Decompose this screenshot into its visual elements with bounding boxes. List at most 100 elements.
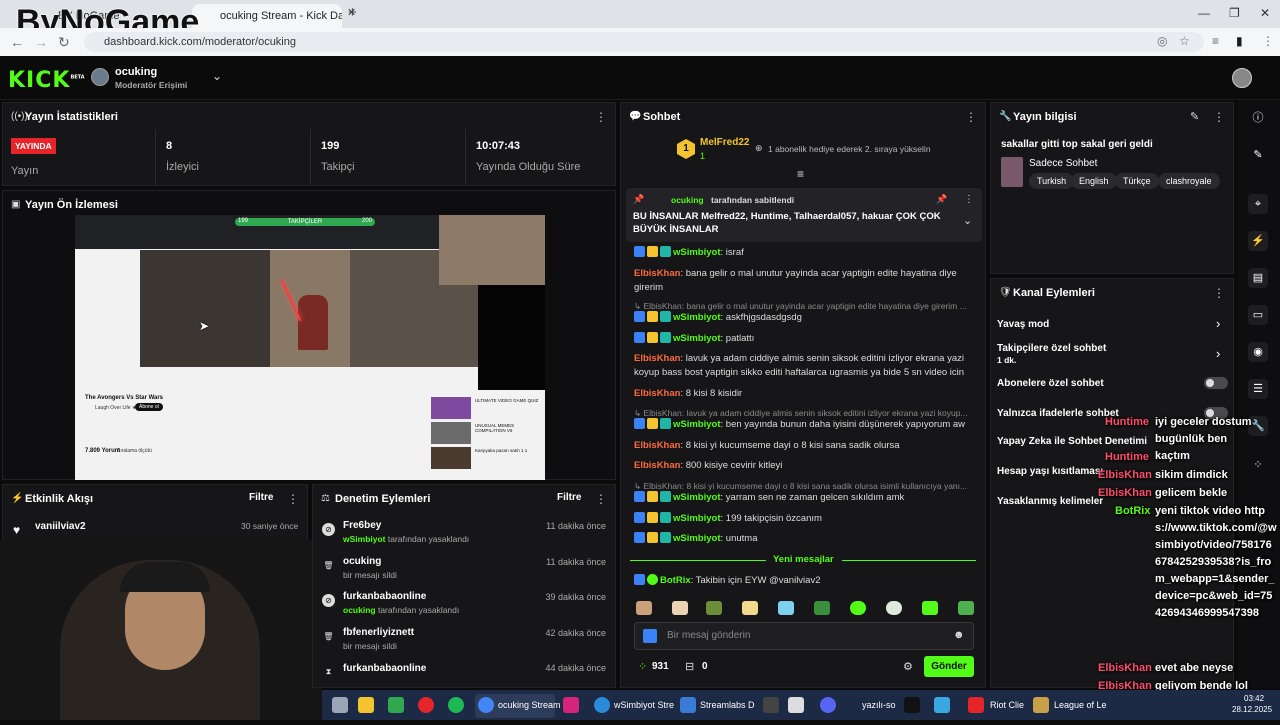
chevron-right-icon[interactable]: › bbox=[1216, 346, 1220, 361]
send-button[interactable]: Gönder bbox=[924, 656, 974, 677]
mod-filter-button[interactable]: Filtre bbox=[557, 492, 581, 503]
chat-message[interactable]: wSimbiyot: patlattı bbox=[634, 332, 974, 346]
channel-avatar[interactable] bbox=[91, 68, 109, 86]
broadcast-icon[interactable]: ◉ bbox=[1248, 342, 1268, 362]
emote-icon[interactable] bbox=[886, 601, 902, 615]
mod-action-user[interactable]: furkanbabaonline bbox=[343, 591, 426, 602]
subscribers-only-item[interactable]: Abonelere özel sohbet bbox=[997, 378, 1104, 389]
stream-category[interactable]: Sadece Sohbet bbox=[1029, 158, 1097, 169]
league-icon[interactable] bbox=[1033, 697, 1049, 713]
minimize-icon[interactable]: — bbox=[1198, 6, 1210, 20]
riot-icon[interactable] bbox=[968, 697, 984, 713]
url-field[interactable]: dashboard.kick.com/moderator/ocuking bbox=[84, 32, 1204, 52]
emoji-icon[interactable]: ☻ bbox=[953, 629, 965, 641]
emote-icon[interactable] bbox=[636, 601, 652, 615]
mod-action-user[interactable]: furkanbabaonline bbox=[343, 663, 426, 674]
chat-username[interactable]: ElbisKhan bbox=[634, 353, 680, 364]
pinned-menu-icon[interactable]: ⋮ bbox=[964, 194, 974, 205]
emote-icon[interactable] bbox=[672, 601, 688, 615]
chat-message[interactable]: ElbisKhan: 8 kisi 8 kisidir bbox=[634, 387, 974, 401]
chevron-right-icon[interactable]: › bbox=[1216, 316, 1220, 331]
youtube-icon[interactable] bbox=[418, 697, 434, 713]
mod-action-user[interactable]: ocuking bbox=[343, 556, 381, 567]
chat-username[interactable]: BotRix bbox=[660, 575, 691, 586]
chat-message[interactable]: BotRix: Takibin için EYW @vanilviav2 bbox=[634, 574, 974, 588]
taskbar-item[interactable]: League of Le bbox=[1054, 700, 1107, 720]
discord-icon[interactable] bbox=[820, 697, 836, 713]
chat-username[interactable]: wSimbiyot bbox=[673, 333, 721, 344]
file-explorer-icon[interactable] bbox=[358, 697, 374, 713]
chat-message[interactable]: ElbisKhan: 8 kisi yi kucumseme dayi o 8 … bbox=[634, 439, 974, 453]
emote-icon[interactable] bbox=[922, 601, 938, 615]
chat-username[interactable]: wSimbiyot bbox=[673, 247, 721, 258]
bookmark-star-icon[interactable]: ☆ bbox=[1179, 34, 1190, 48]
subscribers-only-toggle[interactable] bbox=[1204, 377, 1228, 389]
chat-message[interactable]: wSimbiyot: israf bbox=[634, 246, 974, 260]
more-menu-icon[interactable]: ⋮ bbox=[595, 492, 607, 506]
more-menu-icon[interactable]: ⋮ bbox=[1213, 286, 1225, 300]
drops-value[interactable]: 0 bbox=[702, 661, 708, 672]
chat-username[interactable]: wSimbiyot bbox=[673, 312, 721, 323]
chat-settings-icon[interactable]: ⚙ bbox=[903, 660, 913, 673]
tab-search-icon[interactable]: ≡ bbox=[1212, 34, 1219, 48]
forward-icon[interactable]: → bbox=[34, 34, 48, 50]
points-value[interactable]: 931 bbox=[652, 661, 669, 672]
more-menu-icon[interactable]: ⋮ bbox=[965, 110, 977, 124]
chat-message[interactable]: ElbisKhan: lavuk ya adam ciddiye almis s… bbox=[634, 352, 974, 380]
taskbar-item[interactable]: wSimbiyot Stre bbox=[614, 700, 674, 720]
taskbar-item[interactable]: ocuking Stream bbox=[498, 700, 561, 720]
maximize-icon[interactable]: ❐ bbox=[1229, 6, 1240, 20]
back-icon[interactable]: ← bbox=[10, 34, 24, 50]
more-menu-icon[interactable]: ⋮ bbox=[595, 110, 607, 124]
app-icon[interactable] bbox=[763, 697, 779, 713]
taskbar-item[interactable]: Streamlabs D bbox=[700, 700, 755, 720]
streamlabs-icon[interactable] bbox=[680, 697, 696, 713]
taskbar-item[interactable]: Riot Clie bbox=[990, 700, 1024, 720]
app-icon[interactable] bbox=[934, 697, 950, 713]
start-icon[interactable] bbox=[332, 697, 348, 713]
expand-chevron-icon[interactable]: ⌄ bbox=[963, 214, 972, 227]
kick-logo[interactable]: KICKBETA bbox=[8, 68, 85, 93]
extension-icon[interactable]: ▮ bbox=[1236, 34, 1243, 48]
browser-tab-active[interactable]: ocuking Stream - Kick Dashboa bbox=[192, 4, 342, 28]
filter-lines-icon[interactable]: ≡ bbox=[797, 167, 804, 181]
mod-action-user[interactable]: Fre6bey bbox=[343, 520, 381, 531]
more-menu-icon[interactable]: ⋮ bbox=[287, 492, 299, 506]
slow-mode-item[interactable]: Yavaş mod bbox=[997, 319, 1049, 330]
tiktok-icon[interactable] bbox=[904, 697, 920, 713]
chrome-icon[interactable] bbox=[478, 697, 494, 713]
taskbar-item[interactable]: yazılı-so bbox=[862, 700, 896, 720]
emotes-only-item[interactable]: Yalnızca ifadelerle sohbet bbox=[997, 408, 1119, 419]
chat-username[interactable]: wSimbiyot bbox=[673, 513, 721, 524]
emote-icon[interactable] bbox=[778, 601, 794, 615]
stream-tag[interactable]: clashroyale bbox=[1158, 173, 1220, 189]
app-icon[interactable] bbox=[788, 697, 804, 713]
new-tab-icon[interactable]: + bbox=[348, 4, 357, 21]
edit-pencil-icon[interactable]: ✎ bbox=[1190, 110, 1199, 123]
chat-message[interactable]: ElbisKhan: 800 kisiye cevirir kitleyi bbox=[634, 459, 974, 473]
chat-username[interactable]: ElbisKhan bbox=[634, 268, 680, 279]
chat-input[interactable]: Bir mesaj gönderin ☻ bbox=[634, 622, 974, 650]
clipboard-icon[interactable]: ▤ bbox=[1248, 268, 1268, 288]
emote-icon[interactable] bbox=[958, 601, 974, 615]
ai-moderation-item[interactable]: Yapay Zeka ile Sohbet Denetimi bbox=[997, 436, 1147, 447]
clock-date[interactable]: 28.12.2025 bbox=[1232, 705, 1272, 725]
scan-icon[interactable]: ⌖ bbox=[1248, 194, 1268, 214]
emote-icon[interactable] bbox=[706, 601, 722, 615]
chat-username[interactable]: wSimbiyot bbox=[673, 492, 721, 503]
emote-icon[interactable] bbox=[850, 601, 866, 615]
edit-icon[interactable]: ✎ bbox=[1248, 145, 1268, 165]
chat-username[interactable]: ElbisKhan bbox=[634, 440, 680, 451]
emote-icon[interactable] bbox=[742, 601, 758, 615]
emote-icon[interactable] bbox=[814, 601, 830, 615]
activity-filter-button[interactable]: Filtre bbox=[249, 492, 273, 503]
mod-action-user[interactable]: fbfenerliyiznett bbox=[343, 627, 414, 638]
chat-message[interactable]: wSimbiyot: 199 takipçisin özcanım bbox=[634, 512, 974, 526]
stream-tag[interactable]: Türkçe bbox=[1115, 173, 1159, 189]
category-thumbnail[interactable] bbox=[1001, 157, 1023, 187]
chat-icon[interactable]: ▭ bbox=[1248, 305, 1268, 325]
account-age-item[interactable]: Hesap yaşı kısıtlaması bbox=[997, 466, 1103, 477]
edge-icon[interactable] bbox=[594, 697, 610, 713]
info-icon[interactable]: ⓘ bbox=[1248, 108, 1268, 128]
user-avatar[interactable] bbox=[1232, 68, 1252, 88]
